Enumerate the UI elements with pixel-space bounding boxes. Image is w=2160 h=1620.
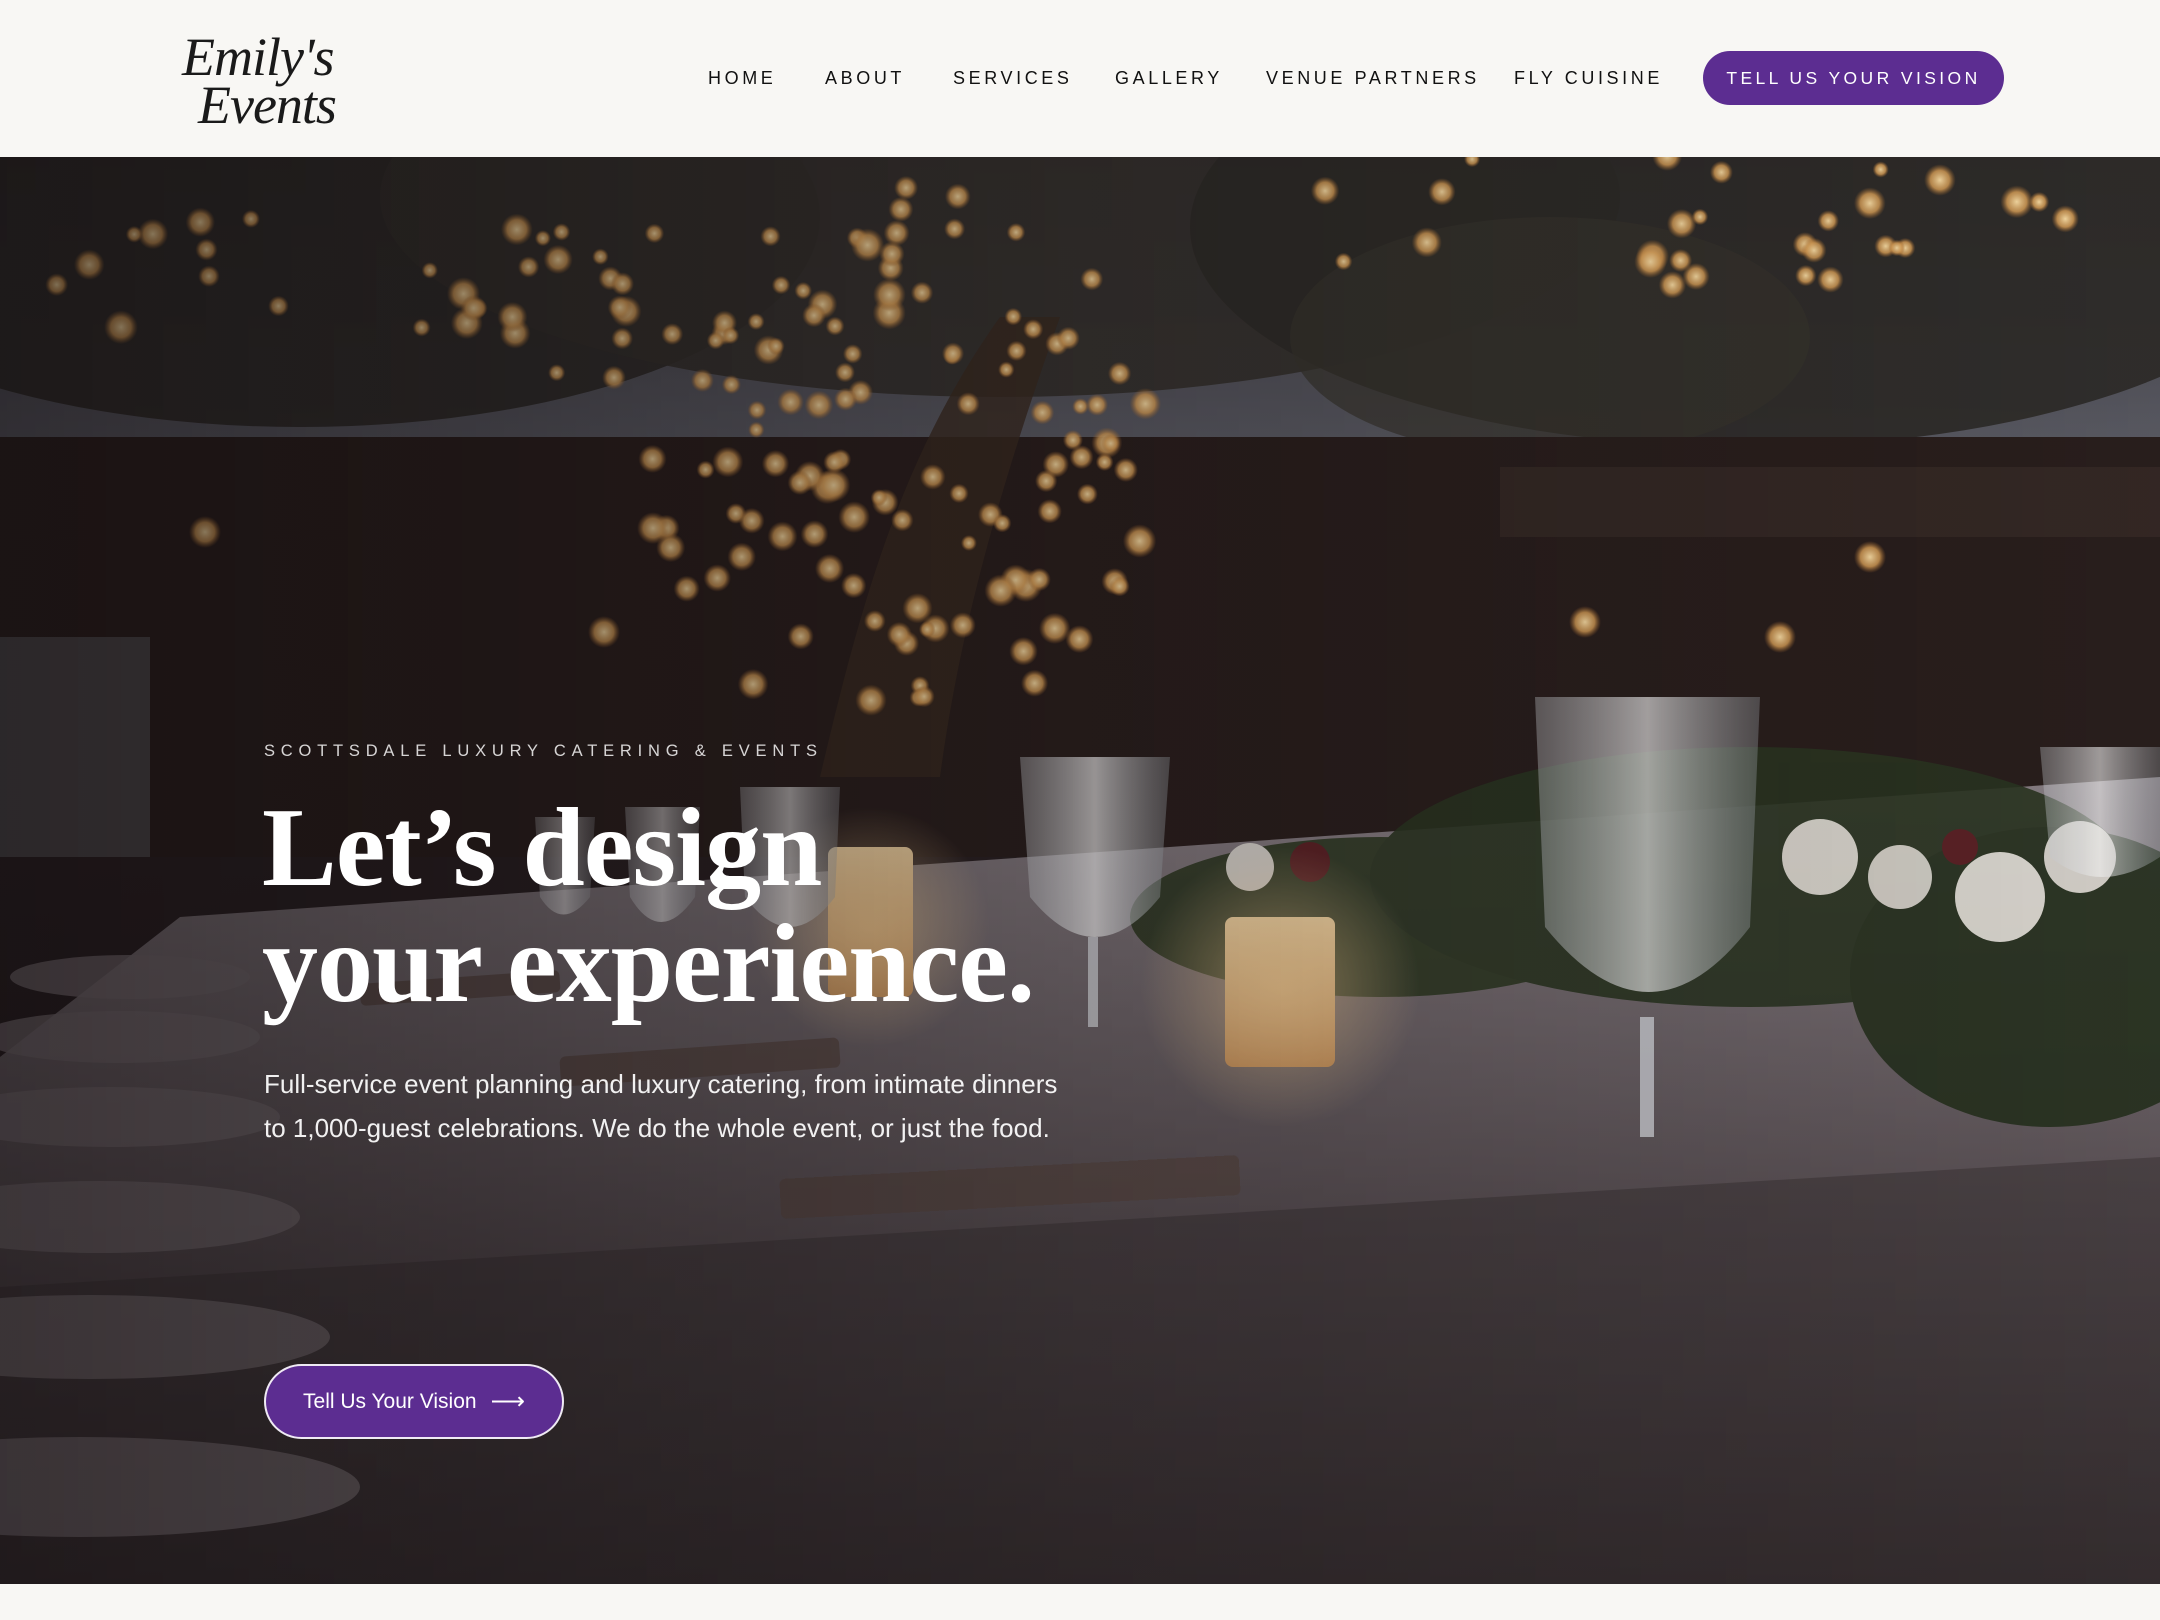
arrow-right-icon: ⟶ [490,1387,525,1415]
nav-about[interactable]: ABOUT [825,68,905,89]
hero-section: SCOTTSDALE LUXURY CATERING & EVENTS Let’… [0,157,2160,1584]
hero-eyebrow: SCOTTSDALE LUXURY CATERING & EVENTS [264,742,823,760]
nav-venue-partners[interactable]: VENUE PARTNERS [1266,68,1480,89]
nav-home[interactable]: HOME [708,68,776,89]
hero-tell-us-your-vision-button[interactable]: Tell Us Your Vision ⟶ [264,1364,564,1439]
nav-fly-cuisine[interactable]: FLY CUISINE [1514,68,1663,89]
hero-subcopy-line-1: Full-service event planning and luxury c… [264,1069,1058,1099]
tell-us-your-vision-button[interactable]: TELL US YOUR VISION [1703,51,2004,105]
hero-headline-line-2: your experience. [262,902,1035,1026]
hero-subcopy: Full-service event planning and luxury c… [264,1062,1164,1150]
nav-gallery[interactable]: GALLERY [1115,68,1223,89]
hero-cta-label: Tell Us Your Vision [303,1389,477,1413]
hero-subcopy-line-2: to 1,000-guest celebrations. We do the w… [264,1113,1050,1143]
hero-headline: Let’s design your experience. [262,786,1035,1026]
logo[interactable]: Emily's Events [180,26,340,135]
nav-services[interactable]: SERVICES [953,68,1073,89]
site-header: Emily's Events HOME ABOUT SERVICES GALLE… [0,0,2160,157]
hero-headline-line-1: Let’s design [262,786,822,910]
logo-line-2: Events [198,75,337,135]
page-bottom-edge [0,1584,2160,1620]
